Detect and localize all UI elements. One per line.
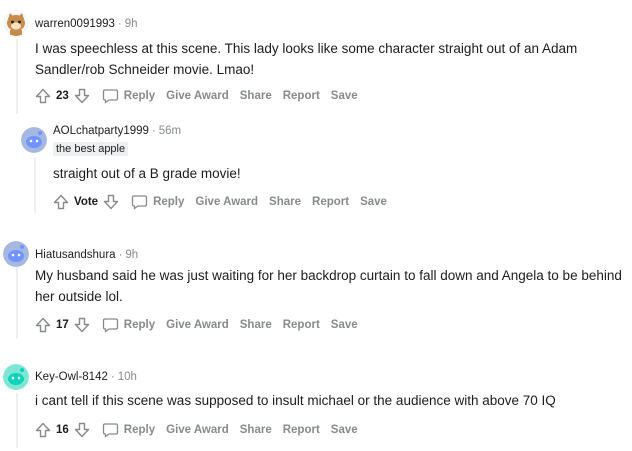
comment-author[interactable]: Key-Owl-8142 <box>35 371 108 383</box>
reply-button[interactable]: Reply <box>102 88 155 104</box>
share-button[interactable]: Share <box>269 196 301 208</box>
report-button[interactable]: Report <box>283 90 320 102</box>
report-button[interactable]: Report <box>283 319 320 331</box>
separator-dot: · <box>118 249 123 261</box>
upvote-icon[interactable] <box>34 87 52 105</box>
reply-button[interactable]: Reply <box>102 317 155 333</box>
separator-dot: · <box>110 371 115 383</box>
cat-avatar-icon[interactable] <box>3 10 29 36</box>
reply-label: Reply <box>123 424 156 436</box>
comment-text: My husband said he was just waiting for … <box>35 268 622 304</box>
comment-bubble-icon <box>131 194 148 210</box>
comment-author[interactable]: warren0091993 <box>35 18 115 30</box>
report-button[interactable]: Report <box>312 196 349 208</box>
report-button[interactable]: Report <box>283 424 320 436</box>
thread-line[interactable] <box>16 38 18 114</box>
separator-dot: · <box>151 125 156 137</box>
save-button[interactable]: Save <box>331 424 358 436</box>
give-award-button[interactable]: Give Award <box>166 424 229 436</box>
save-button[interactable]: Save <box>331 319 358 331</box>
comment-bubble-icon <box>102 88 119 104</box>
give-award-button[interactable]: Give Award <box>166 90 229 102</box>
upvote-icon[interactable] <box>34 421 52 439</box>
user-flair: the best apple <box>53 142 129 156</box>
give-award-button[interactable]: Give Award <box>195 196 258 208</box>
comment-author[interactable]: Hiatusandshura <box>35 249 116 261</box>
separator-dot: · <box>117 18 122 30</box>
vote-score: 16 <box>56 424 69 436</box>
upvote-icon[interactable] <box>34 316 52 334</box>
downvote-icon[interactable] <box>102 193 120 211</box>
comment-bubble-icon <box>102 422 119 438</box>
vote-score: 23 <box>56 90 69 102</box>
share-button[interactable]: Share <box>240 319 272 331</box>
save-button[interactable]: Save <box>360 196 387 208</box>
upvote-icon[interactable] <box>52 193 70 211</box>
vote-score: Vote <box>74 196 99 208</box>
comment-time[interactable]: 9h <box>125 18 138 30</box>
snoo-avatar-icon[interactable] <box>3 364 29 390</box>
vote-score: 17 <box>56 319 69 331</box>
comment-text: straight out of a B grade movie! <box>53 166 241 181</box>
reply-label: Reply <box>153 196 185 208</box>
reply-button[interactable]: Reply <box>102 422 155 438</box>
reply-label: Reply <box>123 90 156 102</box>
comment-text: i cant tell if this scene was supposed t… <box>35 393 556 408</box>
comment-time[interactable]: 9h <box>125 249 138 261</box>
snoo-avatar-icon[interactable] <box>3 241 29 267</box>
comment-actions: 17 Reply Give Award Share Report Save <box>34 313 358 337</box>
downvote-icon[interactable] <box>73 316 91 334</box>
snoo-avatar-icon[interactable] <box>21 127 47 153</box>
share-button[interactable]: Share <box>240 424 272 436</box>
comment-time[interactable]: 10h <box>118 371 137 383</box>
save-button[interactable]: Save <box>331 90 358 102</box>
downvote-icon[interactable] <box>73 421 91 439</box>
comment-author[interactable]: AOLchatparty1999 <box>53 125 149 137</box>
comment-actions: Vote Reply Give Award Share Report Save <box>52 190 387 214</box>
comment-time[interactable]: 56m <box>159 125 181 137</box>
comment-actions: 16 Reply Give Award Share Report Save <box>34 418 358 442</box>
reply-button[interactable]: Reply <box>131 194 184 210</box>
share-button[interactable]: Share <box>240 90 272 102</box>
downvote-icon[interactable] <box>73 87 91 105</box>
thread-line[interactable] <box>16 267 18 339</box>
reply-label: Reply <box>123 319 156 331</box>
thread-line[interactable] <box>16 393 18 448</box>
comment-text: I was speechless at this scene. This lad… <box>35 41 578 77</box>
comment-bubble-icon <box>102 317 119 333</box>
comment-actions: 23 Reply Give Award Share Report Save <box>34 84 358 108</box>
give-award-button[interactable]: Give Award <box>166 319 229 331</box>
thread-line[interactable] <box>34 158 36 213</box>
